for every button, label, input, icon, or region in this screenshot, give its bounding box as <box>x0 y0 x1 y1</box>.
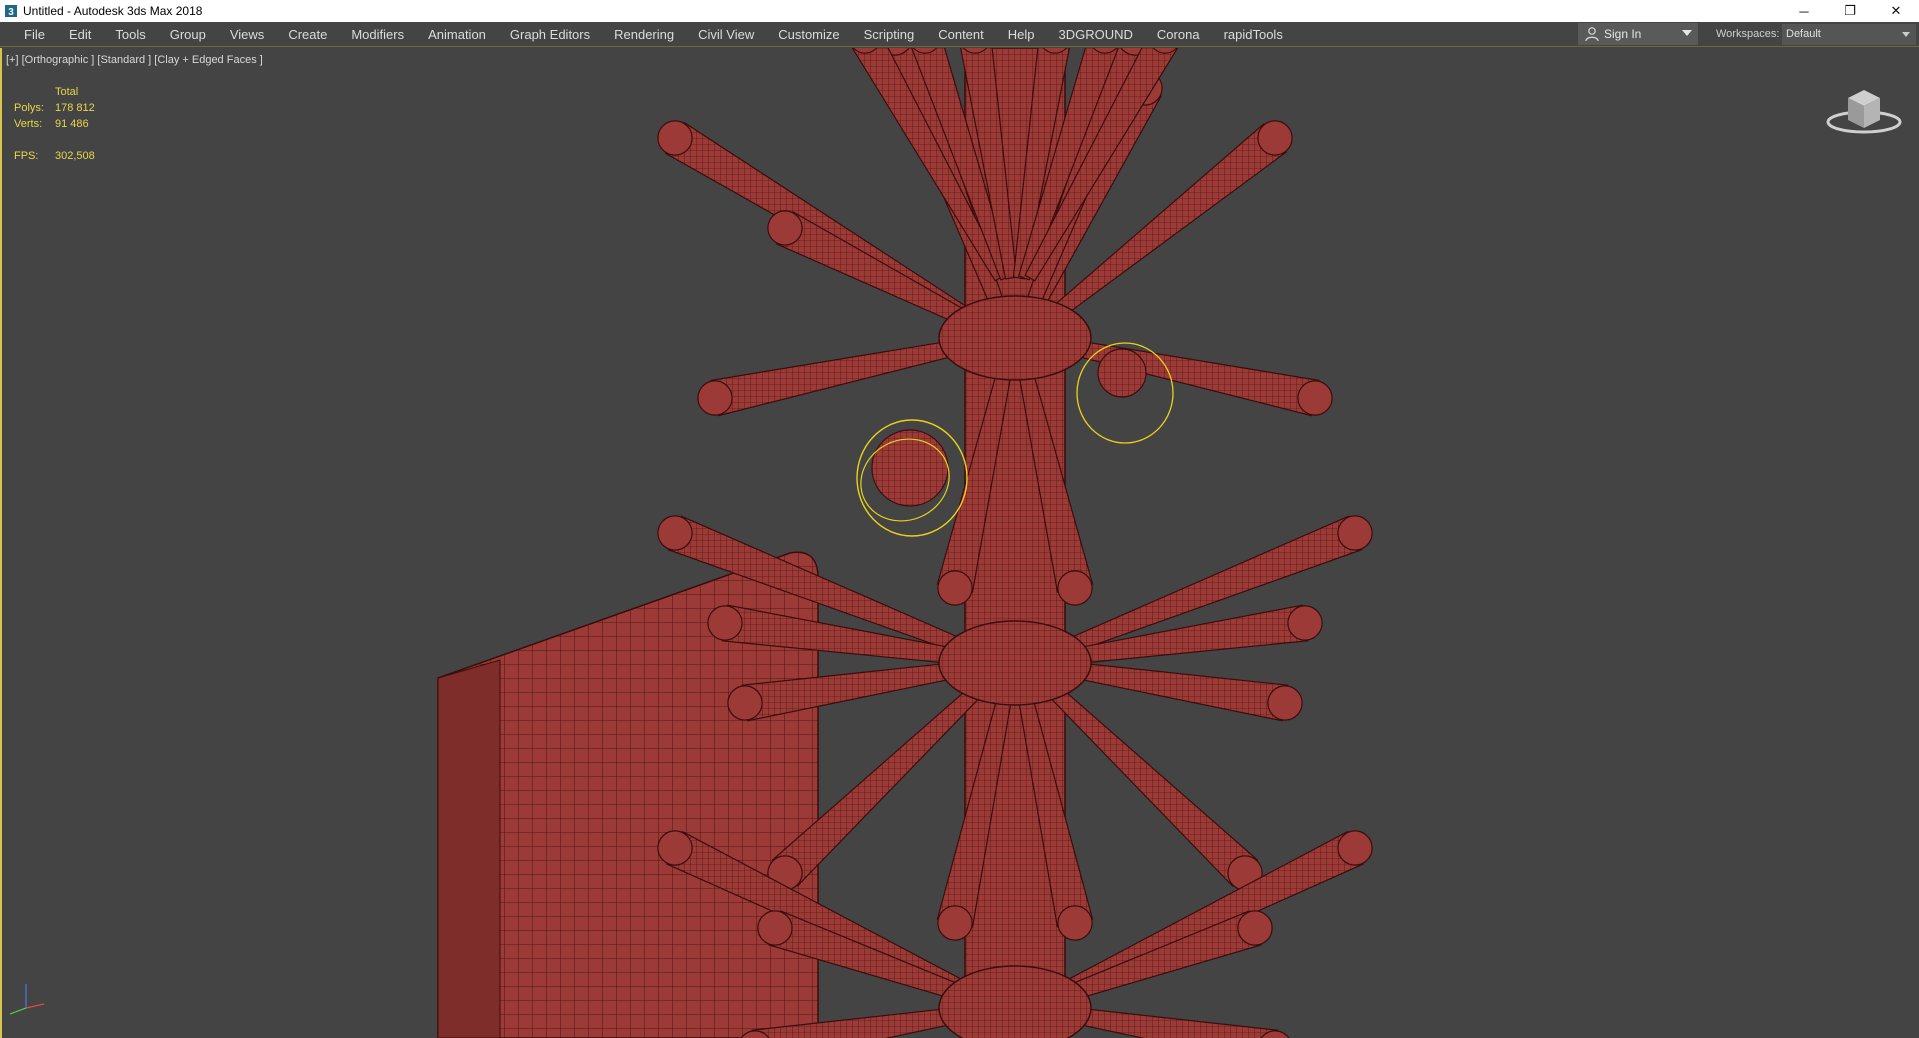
spike-2-1-cap <box>757 910 793 946</box>
menu-bar: File Edit Tools Group Views Create Modifiers An… <box>0 22 1919 47</box>
menu-customize[interactable]: Customize <box>766 22 851 47</box>
spike-1-7-cap <box>1057 905 1093 941</box>
viewport[interactable]: [+] [Orthographic ] [Standard ] [Clay + … <box>0 48 1919 1038</box>
window-title: Untitled - Autodesk 3ds Max 2018 <box>23 4 203 18</box>
spike-0-1-cap <box>767 210 803 246</box>
panel-edge <box>437 659 501 1038</box>
menu-items: File Edit Tools Group Views Create Modifiers An… <box>0 22 1295 47</box>
spike-1-3-cap <box>937 905 973 941</box>
sign-in-dropdown[interactable]: Sign In <box>1578 23 1698 45</box>
spike-0-6-cap <box>1297 380 1333 416</box>
spike-0-2-cap <box>697 380 733 416</box>
workspace-value: Default <box>1786 28 1821 40</box>
menu-civil-view[interactable]: Civil View <box>686 22 766 47</box>
close-button[interactable]: ✕ <box>1873 0 1919 22</box>
fps-value: 302,508 <box>55 150 95 162</box>
polys-value: 178 812 <box>55 102 95 114</box>
spike-2-4-cap <box>1237 910 1273 946</box>
menu-views[interactable]: Views <box>218 22 276 47</box>
viewport-label-menu[interactable]: [+] [Orthographic ] [Standard ] [Clay + … <box>6 54 263 66</box>
hub-sphere-1[interactable] <box>938 620 1092 706</box>
axis-tripod-icon <box>9 984 45 1015</box>
menu-content[interactable]: Content <box>926 22 996 47</box>
selected-sphere-right[interactable] <box>1097 348 1147 398</box>
menu-scripting[interactable]: Scripting <box>852 22 927 47</box>
spike-0-7-cap <box>1057 570 1093 606</box>
title-bar: 3 Untitled - Autodesk 3ds Max 2018 ─ ❐ ✕ <box>0 0 1919 22</box>
spike-1-9-cap <box>1287 605 1323 641</box>
menu-graph-editors[interactable]: Graph Editors <box>498 22 602 47</box>
menu-file[interactable]: File <box>12 22 57 47</box>
menu-3dground[interactable]: 3DGROUND <box>1047 22 1145 47</box>
fps-label: FPS: <box>14 150 39 162</box>
spike-1-8-cap <box>707 605 743 641</box>
menu-edit[interactable]: Edit <box>57 22 103 47</box>
workspace-select[interactable]: Default <box>1782 24 1916 45</box>
menu-corona[interactable]: Corona <box>1145 22 1212 47</box>
menu-animation[interactable]: Animation <box>416 22 498 47</box>
verts-value: 91 486 <box>55 118 89 130</box>
spike-1-1-cap <box>727 685 763 721</box>
spike-2-0-cap <box>657 830 693 866</box>
viewcube-icon[interactable] <box>1824 78 1904 138</box>
menu-rendering[interactable]: Rendering <box>602 22 686 47</box>
spike-2-3-cap <box>1337 830 1373 866</box>
menu-rapidtools[interactable]: rapidTools <box>1212 22 1295 47</box>
stats-header: Total <box>55 86 79 98</box>
menu-tools[interactable]: Tools <box>103 22 157 47</box>
spike-0-3-cap <box>937 570 973 606</box>
hub-sphere-0[interactable] <box>938 295 1092 381</box>
menu-modifiers[interactable]: Modifiers <box>339 22 416 47</box>
menu-create[interactable]: Create <box>276 22 339 47</box>
spike-1-0-cap <box>657 515 693 551</box>
menu-help[interactable]: Help <box>996 22 1047 47</box>
statistics-overlay: Total Polys: 178 812 Verts: 91 486 FPS: … <box>14 84 95 164</box>
spike-0-0-cap <box>657 120 693 156</box>
spike-0-4-cap <box>1257 120 1293 156</box>
restore-button[interactable]: ❐ <box>1827 0 1873 22</box>
menu-group[interactable]: Group <box>158 22 218 47</box>
verts-label: Verts: <box>14 118 43 130</box>
app-icon[interactable]: 3 <box>4 4 18 18</box>
user-icon <box>1585 27 1599 42</box>
spike-1-4-cap <box>1337 515 1373 551</box>
scene-geometry[interactable] <box>0 48 1919 1038</box>
polys-label: Polys: <box>14 102 44 114</box>
chevron-down-icon <box>1682 30 1692 36</box>
sign-in-label: Sign In <box>1604 27 1642 41</box>
selected-sphere-left[interactable] <box>871 429 949 507</box>
hub-sphere-2[interactable] <box>938 965 1092 1038</box>
minimize-button[interactable]: ─ <box>1781 0 1827 22</box>
window-controls: ─ ❐ ✕ <box>1781 0 1919 22</box>
workspaces-label: Workspaces: <box>1716 28 1780 40</box>
active-viewport-border <box>0 48 2 1038</box>
svg-text:3: 3 <box>8 7 14 18</box>
spike-1-5-cap <box>1267 685 1303 721</box>
chevron-down-icon <box>1902 32 1910 37</box>
